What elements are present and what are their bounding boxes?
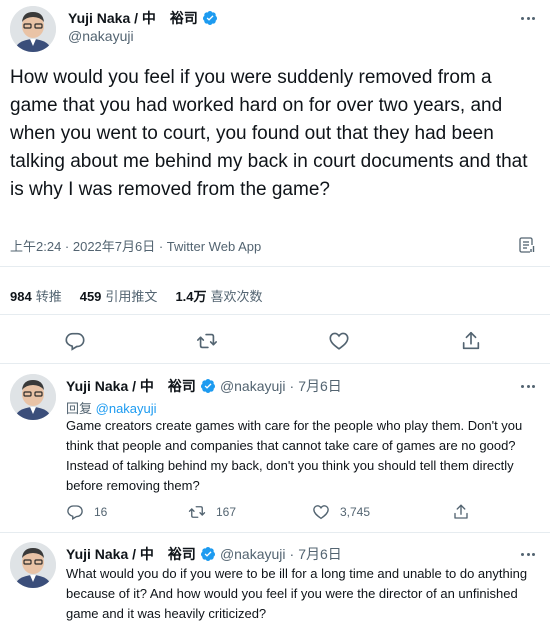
avatar-photo-icon (10, 542, 56, 588)
author-avatar[interactable] (10, 6, 56, 52)
separator-dot: · (289, 546, 295, 562)
author-avatar[interactable] (10, 374, 56, 420)
separator-dot: · (289, 378, 295, 394)
verified-badge-icon (200, 378, 216, 394)
tweet-date[interactable]: 7月6日 (298, 376, 342, 396)
reply-count: 16 (94, 505, 108, 519)
tweet-text: How would you feel if you were suddenly … (10, 67, 528, 200)
retweet-icon[interactable] (196, 330, 218, 352)
retweet-button[interactable]: 167 (188, 503, 312, 521)
tweet-action-bar (0, 330, 550, 354)
quote-stat[interactable]: 459 引用推文 (80, 286, 158, 305)
divider (0, 266, 550, 267)
author-handle[interactable]: @nakayuji (220, 378, 286, 394)
author-name[interactable]: Yuji Naka / 中 裕司 (66, 376, 196, 396)
reply-text: Game creators create games with care for… (66, 418, 523, 493)
share-icon (454, 504, 468, 519)
divider (0, 314, 550, 315)
share-button[interactable] (452, 503, 480, 521)
more-options-icon[interactable] (518, 378, 538, 394)
reply-button[interactable]: 16 (66, 503, 188, 521)
more-options-icon[interactable] (518, 546, 538, 562)
author-handle[interactable]: @nakayuji (220, 546, 286, 562)
reply-to-line: 回复 @nakayuji (66, 398, 157, 417)
more-options-icon[interactable] (518, 10, 538, 26)
retweet-icon (188, 506, 206, 518)
reply-action-bar: 16 167 3,745 (66, 503, 480, 521)
share-icon[interactable] (460, 330, 482, 352)
avatar-photo-icon (10, 6, 56, 52)
divider (0, 363, 550, 364)
verified-badge-icon (202, 10, 218, 26)
author-name[interactable]: Yuji Naka / 中 裕司 (68, 8, 198, 28)
tweet-date[interactable]: 7月6日 (298, 544, 342, 564)
reply-to-handle[interactable]: @nakayuji (96, 401, 157, 416)
avatar-photo-icon (10, 374, 56, 420)
divider (0, 532, 550, 533)
like-button[interactable]: 3,745 (312, 503, 452, 521)
tweet-stats: 984 转推 459 引用推文 1.4万 喜欢次数 (10, 286, 263, 305)
tweet-timestamp[interactable]: 上午2:24 · 2022年7月6日 · Twitter Web App (10, 236, 261, 255)
reply-icon[interactable] (64, 330, 86, 352)
retweet-stat[interactable]: 984 转推 (10, 286, 62, 305)
author-handle[interactable]: @nakayuji (68, 28, 134, 44)
heart-icon (313, 505, 329, 520)
author-name[interactable]: Yuji Naka / 中 裕司 (66, 544, 196, 564)
like-count: 3,745 (340, 505, 371, 519)
reply-text: What would you do if you were to be ill … (66, 566, 528, 621)
reply-prefix: 回复 (66, 401, 93, 416)
retweet-count: 167 (216, 505, 237, 519)
analytics-icon[interactable] (518, 236, 536, 254)
heart-icon[interactable] (328, 330, 350, 352)
verified-badge-icon (200, 546, 216, 562)
like-stat[interactable]: 1.4万 喜欢次数 (175, 286, 262, 305)
reply-icon (67, 505, 83, 520)
author-avatar[interactable] (10, 542, 56, 588)
